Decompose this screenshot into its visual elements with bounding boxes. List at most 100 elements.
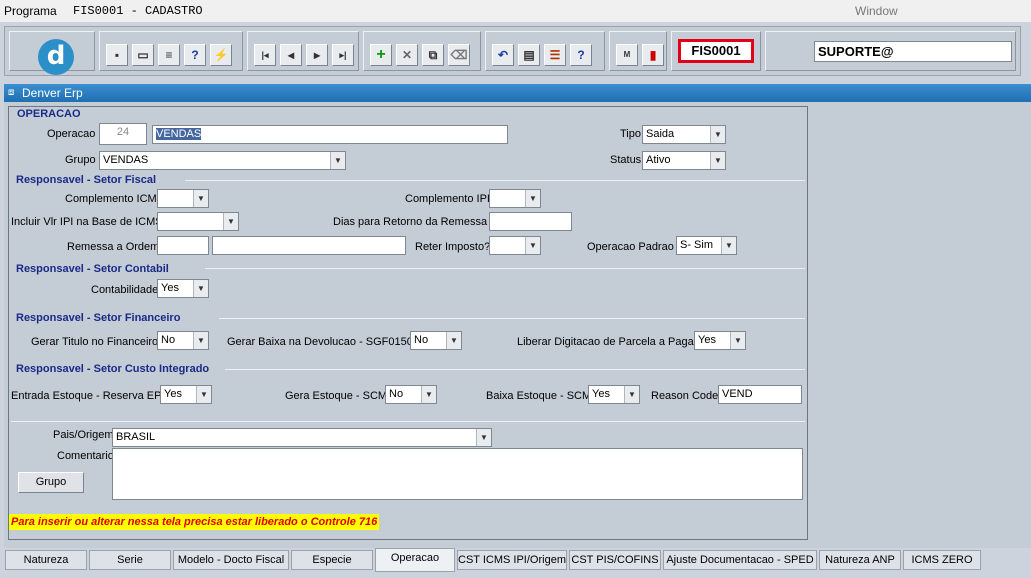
last-record-icon[interactable]: ▸| xyxy=(332,44,354,66)
operacao-description-field[interactable]: VENDAS xyxy=(152,125,508,144)
help-icon[interactable]: ? xyxy=(570,44,592,66)
form-title: FIS0001 - CADASTRO xyxy=(73,4,203,18)
operacao-code-field[interactable]: 24 xyxy=(99,123,147,145)
clipboard-icon[interactable]: ▤ xyxy=(518,44,540,66)
gerar-baixa-select[interactable]: No ▼ xyxy=(410,331,462,350)
print-icon[interactable]: ≡ xyxy=(158,44,180,66)
operacao-label: Operacao xyxy=(47,128,96,140)
tab-natureza-anp[interactable]: Natureza ANP xyxy=(819,550,901,570)
complemento-ipi-select[interactable]: ▼ xyxy=(489,189,541,208)
toolbar-group-exit: M ▮ xyxy=(609,31,667,71)
contabilidade-select[interactable]: Yes ▼ xyxy=(157,279,209,298)
pais-origem-select[interactable]: BRASIL ▼ xyxy=(112,428,492,447)
tab-natureza[interactable]: Natureza xyxy=(5,550,87,570)
execute-query-icon[interactable]: ⚡ xyxy=(210,44,232,66)
incluir-ipi-label: Incluir Vlr IPI na Base de ICMS xyxy=(11,216,163,228)
gera-estoque-select[interactable]: No ▼ xyxy=(385,385,437,404)
grupo-select[interactable]: VENDAS ▼ xyxy=(99,151,346,170)
remessa-description-field[interactable] xyxy=(212,236,406,255)
divider xyxy=(185,180,805,181)
next-record-icon[interactable]: ▸ xyxy=(306,44,328,66)
window-title-bar: ⧈ Denver Erp xyxy=(4,84,1031,102)
window-title: Denver Erp xyxy=(22,86,83,100)
dias-retorno-label: Dias para Retorno da Remessa xyxy=(333,216,488,228)
baixa-estoque-select[interactable]: Yes ▼ xyxy=(588,385,640,404)
incluir-ipi-select[interactable]: ▼ xyxy=(157,212,239,231)
dias-retorno-field[interactable] xyxy=(489,212,572,231)
form-code: FIS0001 xyxy=(678,39,754,63)
tab-icms-zero[interactable]: ICMS ZERO xyxy=(903,550,981,570)
chevron-down-icon: ▼ xyxy=(223,213,238,230)
tab-cst-icms-ipi-origem[interactable]: CST ICMS IPI/Origem xyxy=(457,550,567,570)
warning-message: Para inserir ou alterar nessa tela preci… xyxy=(9,514,380,530)
complemento-ipi-label: Complemento IPI xyxy=(405,193,490,205)
tab-operacao[interactable]: Operacao xyxy=(375,548,455,572)
menu-bar: Programa FIS0001 - CADASTRO Window xyxy=(0,0,1031,22)
tab-ajuste-documentacao-sped[interactable]: Ajuste Documentacao - SPED xyxy=(663,550,817,570)
tab-modelo-docto-fiscal[interactable]: Modelo - Docto Fiscal xyxy=(173,550,289,570)
contabilidade-label: Contabilidade xyxy=(91,284,159,296)
status-select[interactable]: Ativo ▼ xyxy=(642,151,726,170)
duplicate-record-icon[interactable]: ⧉ xyxy=(422,44,444,66)
divider xyxy=(205,268,805,269)
divider xyxy=(11,421,805,422)
logo-group: d xyxy=(9,31,95,75)
chevron-down-icon: ▼ xyxy=(421,386,436,403)
entrada-estoque-label: Entrada Estoque - Reserva EPI xyxy=(11,390,165,402)
grupo-button[interactable]: Grupo xyxy=(18,472,84,493)
chevron-down-icon: ▼ xyxy=(624,386,639,403)
chevron-down-icon: ▼ xyxy=(525,237,540,254)
section-fiscal-title: Responsavel - Setor Fiscal xyxy=(16,174,156,186)
remessa-code-field[interactable] xyxy=(157,236,209,255)
reason-code-field[interactable]: VEND xyxy=(718,385,802,404)
tipo-select[interactable]: Saida ▼ xyxy=(642,125,726,144)
toolbar-group-file: ▪ ▭ ≡ ? ⚡ xyxy=(99,31,243,71)
list-values-icon[interactable]: ☰ xyxy=(544,44,566,66)
tab-especie[interactable]: Especie xyxy=(291,550,373,570)
screen-icon[interactable]: ▭ xyxy=(132,44,154,66)
exit-icon[interactable]: ▮ xyxy=(642,44,664,66)
operacao-panel: OPERACAO Operacao 24 VENDAS Tipo Saida ▼ … xyxy=(8,106,808,540)
liberar-digitacao-select[interactable]: Yes ▼ xyxy=(694,331,746,350)
tab-serie[interactable]: Serie xyxy=(89,550,171,570)
toolbar-group-edit: ↶ ▤ ☰ ? xyxy=(485,31,605,71)
entrada-estoque-select[interactable]: Yes ▼ xyxy=(160,385,212,404)
chevron-down-icon: ▼ xyxy=(710,126,725,143)
divider xyxy=(219,318,805,319)
menu-icon[interactable]: M xyxy=(616,44,638,66)
comentario-textarea[interactable] xyxy=(112,448,803,500)
chevron-down-icon: ▼ xyxy=(476,429,491,446)
reter-imposto-label: Reter Imposto? xyxy=(415,241,491,253)
gerar-baixa-label: Gerar Baixa na Devolucao - SGF0150 xyxy=(227,336,413,348)
complemento-icms-select[interactable]: ▼ xyxy=(157,189,209,208)
gerar-titulo-select[interactable]: No ▼ xyxy=(157,331,209,350)
toolbar: d ▪ ▭ ≡ ? ⚡ |◂ ◂ ▸ ▸| + ✕ ⧉ ⌫ ↶ ▤ ☰ ? M … xyxy=(4,26,1021,76)
chevron-down-icon: ▼ xyxy=(330,152,345,169)
clear-record-icon[interactable]: ⌫ xyxy=(448,44,470,66)
undo-icon[interactable]: ↶ xyxy=(492,44,514,66)
section-operacao-title: OPERACAO xyxy=(17,108,81,120)
status-label: Status xyxy=(610,154,642,166)
query-icon[interactable]: ? xyxy=(184,44,206,66)
insert-record-icon[interactable]: + xyxy=(370,44,392,66)
window-menu[interactable]: Window xyxy=(855,4,898,18)
gerar-titulo-label: Gerar Titulo no Financeiro xyxy=(31,336,159,348)
complemento-icms-label: Complemento ICMS xyxy=(65,193,165,205)
grupo-label: Grupo xyxy=(65,154,96,166)
save-icon[interactable]: ▪ xyxy=(106,44,128,66)
first-record-icon[interactable]: |◂ xyxy=(254,44,276,66)
chevron-down-icon: ▼ xyxy=(721,237,736,254)
operacao-padrao-select[interactable]: S- Sim ▼ xyxy=(676,236,737,255)
delete-record-icon[interactable]: ✕ xyxy=(396,44,418,66)
tipo-label: Tipo xyxy=(620,128,641,140)
window-icon: ⧈ xyxy=(8,87,15,98)
toolbar-group-records: + ✕ ⧉ ⌫ xyxy=(363,31,481,71)
tab-cst-pis-cofins[interactable]: CST PIS/COFINS xyxy=(569,550,661,570)
remessa-label: Remessa a Ordem xyxy=(67,241,160,253)
previous-record-icon[interactable]: ◂ xyxy=(280,44,302,66)
reason-code-label: Reason Code xyxy=(651,390,719,402)
program-menu[interactable]: Programa xyxy=(4,4,57,18)
reter-imposto-select[interactable]: ▼ xyxy=(489,236,541,255)
operacao-padrao-label: Operacao Padrao xyxy=(587,241,674,253)
chevron-down-icon: ▼ xyxy=(193,280,208,297)
